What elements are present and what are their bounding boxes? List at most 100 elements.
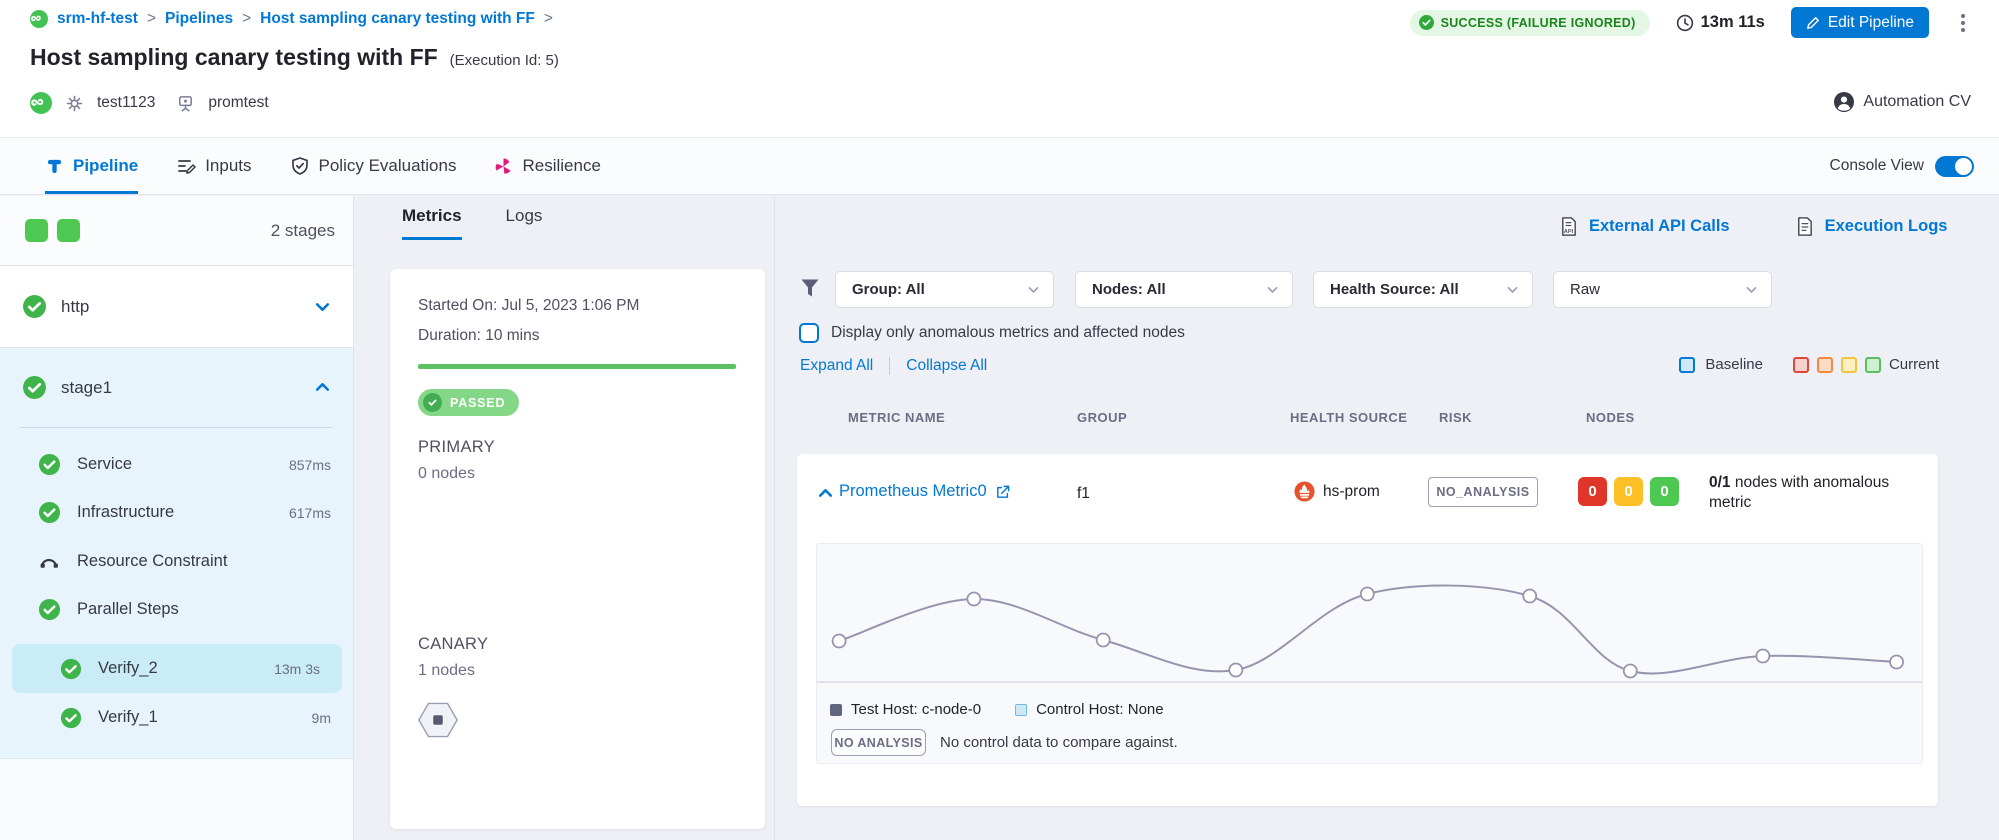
canary-node-hexagon[interactable] <box>418 702 458 738</box>
collapse-all-link[interactable]: Collapse All <box>906 357 987 375</box>
resilience-icon <box>494 157 513 176</box>
chevron-down-icon[interactable] <box>314 298 331 315</box>
filter-funnel-icon <box>800 278 820 300</box>
analysis-status-row: NO ANALYSIS No control data to compare a… <box>831 729 1178 756</box>
metric-group-value: f1 <box>1077 485 1090 503</box>
elapsed-time: 13m 11s <box>1676 13 1765 32</box>
check-circle-icon <box>1419 15 1434 30</box>
user-avatar-icon <box>1834 92 1854 112</box>
expand-collapse-controls: Expand All Collapse All <box>800 357 987 375</box>
health-source-filter-dropdown[interactable]: Health Source: All <box>1313 271 1533 308</box>
data-mode-dropdown[interactable]: Raw <box>1553 271 1772 308</box>
triggered-by: Automation CV <box>1834 92 1971 112</box>
step-verify-1[interactable]: Verify_1 9m <box>0 693 353 742</box>
page-title: Host sampling canary testing with FF <box>30 44 438 71</box>
sidebar-stage1-block: stage1 Service 857ms Infrastructure 617m… <box>0 348 353 759</box>
nodes-filter-value: Nodes: All <box>1092 281 1166 298</box>
pencil-icon <box>1806 16 1820 30</box>
tab-policy-evaluations[interactable]: Policy Evaluations <box>290 138 457 194</box>
test-host-label: Test Host: c-node-0 <box>851 701 981 718</box>
control-host-label: Control Host: None <box>1036 701 1164 718</box>
stage-square-icon <box>57 219 80 242</box>
monitored-service-name: promtest <box>208 94 268 112</box>
step-duration: 13m 3s <box>274 661 320 677</box>
metric-chart-panel: Test Host: c-node-0 Control Host: None N… <box>816 543 1923 764</box>
breadcrumb-project[interactable]: srm-hf-test <box>57 10 138 28</box>
chevron-down-icon <box>1506 283 1519 296</box>
tab-pipeline[interactable]: Pipeline <box>45 138 138 194</box>
sidebar-stage-stage1[interactable]: stage1 <box>0 348 353 427</box>
control-host-legend-item: Control Host: None <box>1015 701 1164 718</box>
tab-inputs[interactable]: Inputs <box>176 138 251 194</box>
verify-progress-bar <box>418 364 736 369</box>
sidebar-stage-http[interactable]: http <box>0 266 353 348</box>
step-service[interactable]: Service 857ms <box>0 440 353 489</box>
stages-sidebar: 2 stages http stage1 Service 857ms <box>0 196 354 840</box>
step-infrastructure[interactable]: Infrastructure 617ms <box>0 488 353 537</box>
pipeline-execution-page: srm-hf-test > Pipelines > Host sampling … <box>0 0 1999 840</box>
page-header: srm-hf-test > Pipelines > Host sampling … <box>0 0 1999 137</box>
collapse-row-chevron-icon[interactable] <box>817 485 834 502</box>
external-api-calls-link[interactable]: API External API Calls <box>1558 216 1730 237</box>
step-duration: 9m <box>312 710 331 726</box>
breadcrumb-pipeline-name[interactable]: Host sampling canary testing with FF <box>260 10 535 28</box>
data-mode-value: Raw <box>1570 281 1600 298</box>
step-name: Service <box>77 455 132 474</box>
test-host-legend-item: Test Host: c-node-0 <box>830 701 981 718</box>
execution-logs-link[interactable]: Execution Logs <box>1794 216 1948 237</box>
tab-metrics[interactable]: Metrics <box>402 206 462 240</box>
nodes-filter-dropdown[interactable]: Nodes: All <box>1075 271 1293 308</box>
col-nodes: NODES <box>1586 410 1635 425</box>
breadcrumb-separator: > <box>147 10 156 28</box>
chevron-up-icon[interactable] <box>314 379 331 396</box>
inputs-icon <box>176 156 196 176</box>
stage-count-label: 2 stages <box>271 221 335 241</box>
step-resource-constraint[interactable]: Resource Constraint <box>0 537 353 586</box>
anomalous-filter-label: Display only anomalous metrics and affec… <box>831 324 1185 342</box>
shield-check-icon <box>290 156 310 176</box>
edit-pipeline-label: Edit Pipeline <box>1828 14 1914 32</box>
execution-tabbar: Pipeline Inputs Policy Evaluations Resil… <box>0 137 1999 195</box>
step-verify-2[interactable]: Verify_2 13m 3s <box>12 644 342 693</box>
verify-summary-card: Started On: Jul 5, 2023 1:06 PM Duration… <box>390 269 765 829</box>
nodes-summary-count: 0/1 <box>1709 474 1731 491</box>
tab-inputs-label: Inputs <box>205 156 251 176</box>
canary-group: CANARY 1 nodes <box>418 635 737 738</box>
execution-id: (Execution Id: 5) <box>450 52 559 69</box>
step-name: Resource Constraint <box>77 552 227 571</box>
primary-group: PRIMARY 0 nodes <box>418 438 737 483</box>
health-source-value: hs-prom <box>1323 483 1380 501</box>
tab-resilience[interactable]: Resilience <box>494 138 600 194</box>
passed-badge: PASSED <box>418 389 519 416</box>
verify-duration: Duration: 10 mins <box>418 321 737 351</box>
tab-logs[interactable]: Logs <box>506 206 543 240</box>
health-source-filter-value: Health Source: All <box>1330 281 1459 298</box>
breadcrumb-pipelines[interactable]: Pipelines <box>165 10 233 28</box>
current-yellow-swatch <box>1841 357 1857 373</box>
success-check-icon <box>22 294 47 319</box>
stage-count-bar: 2 stages <box>0 196 353 266</box>
resource-constraint-icon <box>38 550 61 573</box>
group-filter-value: Group: All <box>852 281 925 298</box>
current-red-swatch <box>1793 357 1809 373</box>
metric-sparkline-chart <box>817 552 1922 702</box>
status-badge-label: SUCCESS (FAILURE IGNORED) <box>1441 16 1636 30</box>
step-parallel-steps[interactable]: Parallel Steps <box>0 585 353 634</box>
col-metric-name: METRIC NAME <box>848 410 945 425</box>
console-view-toggle[interactable] <box>1935 156 1974 177</box>
step-name: Infrastructure <box>77 503 174 522</box>
chevron-down-icon <box>1745 283 1758 296</box>
metric-name-link[interactable]: Prometheus Metric0 <box>839 482 1011 501</box>
more-options-menu-icon[interactable] <box>1955 8 1971 38</box>
anomalous-filter-checkbox[interactable] <box>799 323 819 343</box>
group-filter-dropdown[interactable]: Group: All <box>835 271 1054 308</box>
primary-node-count: 0 nodes <box>418 465 737 483</box>
no-analysis-badge: NO ANALYSIS <box>831 729 926 756</box>
breadcrumb: srm-hf-test > Pipelines > Host sampling … <box>30 10 553 28</box>
verify-step-panel: Metrics Logs Started On: Jul 5, 2023 1:0… <box>354 196 775 840</box>
edit-pipeline-button[interactable]: Edit Pipeline <box>1791 7 1929 38</box>
col-group: GROUP <box>1077 410 1127 425</box>
title-row: Host sampling canary testing with FF (Ex… <box>30 44 559 71</box>
expand-all-link[interactable]: Expand All <box>800 357 873 375</box>
metric-name-label: Prometheus Metric0 <box>839 482 987 501</box>
